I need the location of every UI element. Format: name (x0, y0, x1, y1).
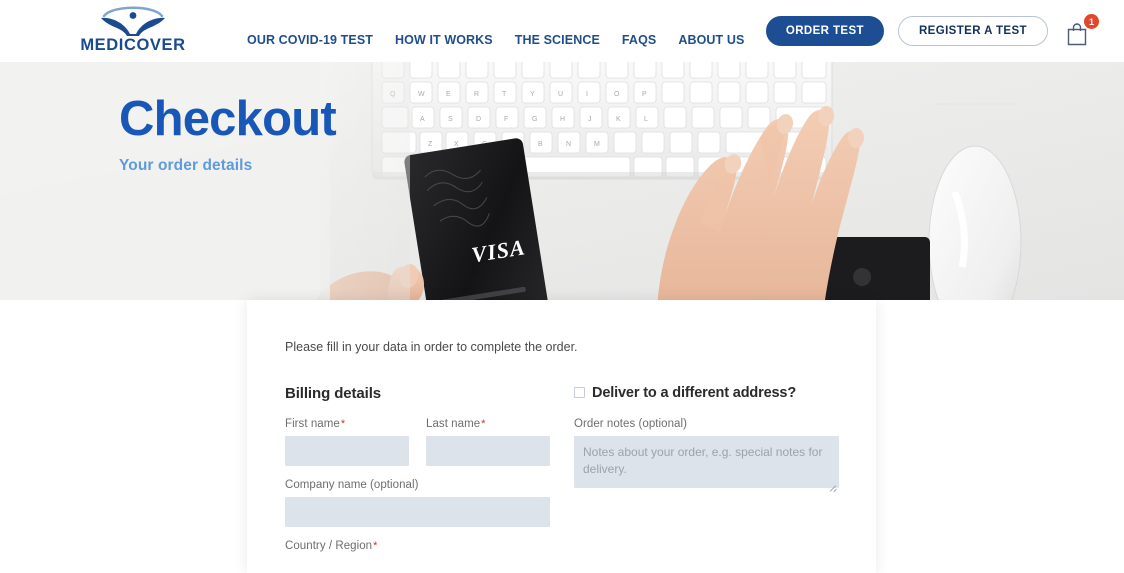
required-marker: * (340, 417, 346, 430)
first-name-label: First name* (285, 417, 346, 430)
medicover-figure-logo-icon (101, 6, 165, 36)
order-notes-textarea[interactable] (574, 435, 839, 488)
svg-text:T: T (502, 91, 507, 98)
last-name-input[interactable] (426, 435, 550, 466)
content-area: Please fill in your data in order to com… (0, 300, 1124, 573)
checkout-card: Please fill in your data in order to com… (247, 300, 876, 573)
different-address-checkbox[interactable] (574, 387, 585, 399)
svg-text:K: K (616, 116, 621, 123)
cart-count-badge: 1 (1084, 14, 1099, 29)
page-subtitle: Your order details (119, 157, 253, 175)
svg-text:Z: Z (428, 141, 433, 148)
checkout-columns: Billing details First name* Last name* C… (285, 385, 839, 565)
company-name-label: Company name (optional) (285, 478, 419, 491)
svg-text:W: W (418, 91, 425, 98)
checkout-intro-text: Please fill in your data in order to com… (285, 340, 578, 354)
required-marker: * (481, 417, 486, 430)
svg-text:U: U (558, 91, 563, 98)
country-region-label: Country / Region* (285, 539, 378, 552)
cart-button[interactable]: 1 (1066, 14, 1099, 48)
order-notes-wrapper (574, 435, 839, 493)
register-test-button[interactable]: REGISTER A TEST (897, 16, 1048, 46)
company-name-input[interactable] (285, 496, 550, 527)
different-address-label: Deliver to a different address? (592, 384, 797, 401)
order-test-button[interactable]: ORDER TEST (765, 16, 884, 46)
svg-text:G: G (532, 116, 537, 123)
svg-text:J: J (588, 116, 592, 123)
site-header: MEDICOVER OUR COVID-19 TEST HOW IT WORKS… (0, 0, 1124, 62)
svg-text:P: P (642, 91, 647, 98)
required-marker: * (373, 539, 378, 552)
svg-text:A: A (420, 116, 425, 123)
brand-logo[interactable]: MEDICOVER (79, 3, 187, 59)
svg-text:N: N (566, 141, 571, 148)
name-field-row: First name* Last name* (285, 418, 550, 479)
page-title: Checkout (119, 92, 337, 146)
different-address-row[interactable]: Deliver to a different address? (574, 385, 839, 401)
last-name-label: Last name* (426, 417, 486, 430)
svg-text:F: F (504, 116, 508, 123)
header-actions: ORDER TEST REGISTER A TEST 1 (765, 0, 1099, 62)
first-name-input[interactable] (285, 435, 409, 466)
svg-text:R: R (474, 91, 479, 98)
svg-text:D: D (476, 116, 481, 123)
first-name-field: First name* (285, 418, 409, 466)
nav-item-how-it-works[interactable]: HOW IT WORKS (395, 15, 493, 47)
main-navigation: OUR COVID-19 TEST HOW IT WORKS THE SCIEN… (247, 0, 744, 62)
svg-text:B: B (538, 141, 543, 148)
nav-item-about-us[interactable]: ABOUT US (678, 15, 744, 47)
nav-item-the-science[interactable]: THE SCIENCE (515, 15, 600, 47)
svg-text:M: M (594, 141, 600, 148)
nav-item-faqs[interactable]: FAQS (622, 15, 656, 47)
company-name-field: Company name (optional) (285, 479, 550, 527)
svg-text:E: E (446, 91, 451, 98)
order-notes-field: Order notes (optional) (574, 418, 839, 493)
hero-text-block: Checkout Your order details (119, 92, 337, 175)
svg-text:Y: Y (530, 91, 535, 98)
svg-text:X: X (454, 141, 459, 148)
country-region-field: Country / Region* (285, 540, 550, 552)
svg-text:O: O (614, 91, 620, 98)
svg-text:S: S (448, 116, 453, 123)
order-notes-label: Order notes (optional) (574, 417, 687, 430)
shipping-details-column: Deliver to a different address? Order no… (574, 385, 839, 565)
svg-text:L: L (644, 116, 648, 123)
svg-text:H: H (560, 116, 565, 123)
last-name-field: Last name* (426, 418, 550, 466)
hero-banner: QWE RTY UIO P ASD FGH JKL ZXC VBN M (0, 62, 1124, 300)
billing-details-heading: Billing details (285, 384, 382, 402)
brand-wordmark: MEDICOVER (80, 36, 186, 54)
svg-text:I: I (586, 91, 588, 98)
billing-details-column: Billing details First name* Last name* C… (285, 385, 550, 565)
nav-item-our-covid-19-test[interactable]: OUR COVID-19 TEST (247, 15, 373, 47)
textarea-resize-handle[interactable] (828, 482, 837, 491)
